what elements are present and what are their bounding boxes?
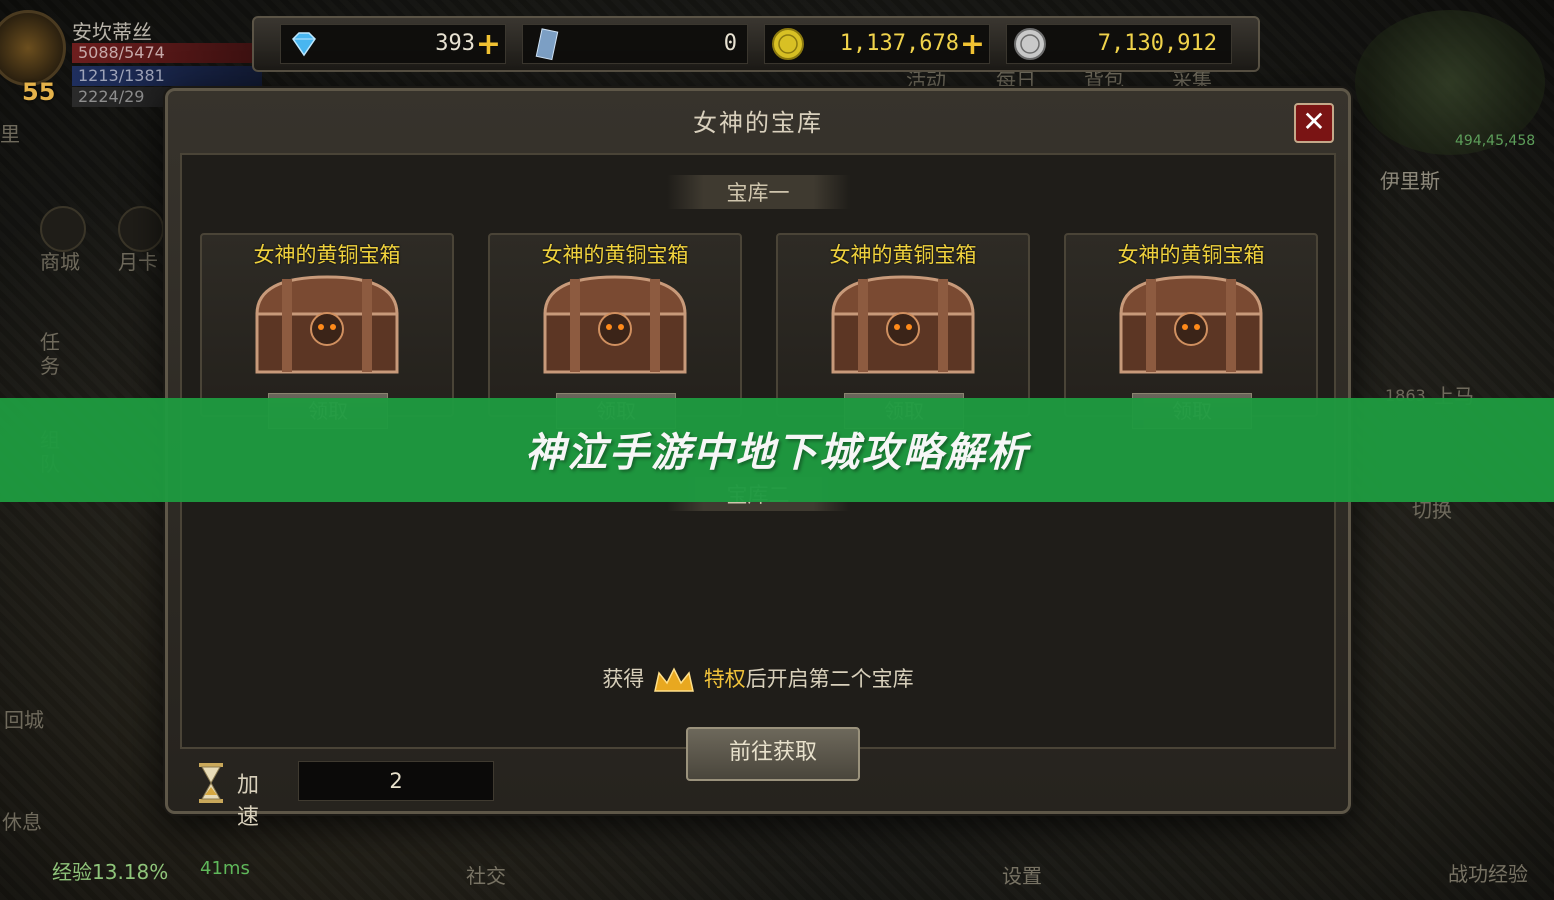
monthly-card-label[interactable]: 月卡 — [118, 246, 158, 275]
section-one-title: 宝库一 — [182, 175, 1334, 209]
quest-tab[interactable]: 任务 — [40, 330, 64, 378]
title-banner: 神泣手游中地下城攻略解析 — [0, 398, 1554, 502]
chest-name: 女神的黄铜宝箱 — [829, 243, 977, 267]
shop-label[interactable]: 商城 — [40, 246, 80, 275]
diamond-plus-button[interactable]: + — [476, 27, 501, 62]
mp-bar: 1213/1381 — [72, 66, 262, 86]
chest-name: 女神的黄铜宝箱 — [541, 243, 689, 267]
treasure-chest-icon — [543, 275, 687, 374]
treasure-chest-icon — [1119, 275, 1263, 374]
chest-card: 女神的黄铜宝箱 领取 — [1064, 233, 1318, 429]
chest-card: 女神的黄铜宝箱 领取 — [488, 233, 742, 429]
crown-icon — [654, 667, 694, 692]
gold-currency: 1,137,678 + — [764, 24, 990, 64]
hourglass-icon — [199, 763, 223, 803]
area-name: 伊里斯 — [1380, 169, 1440, 193]
player-name: 安坎蒂丝 — [72, 20, 152, 44]
diamond-value: 393 — [435, 31, 475, 56]
diamond-currency: 393 + — [280, 24, 506, 64]
speed-label: 加速 — [237, 773, 260, 830]
dialog-title: 女神的宝库 — [693, 109, 823, 137]
silver-currency: 7,130,912 — [1006, 24, 1232, 64]
return-city-button[interactable]: 回城 — [4, 704, 44, 733]
hud-li-label: 里 — [0, 122, 20, 146]
silver-value: 7,130,912 — [1097, 31, 1217, 56]
ticket-currency: 0 — [522, 24, 748, 64]
ticket-icon — [535, 28, 559, 61]
player-avatar[interactable] — [0, 10, 66, 86]
speed-value-field[interactable]: 2 — [298, 761, 494, 801]
hp-bar: 5088/5474 — [72, 43, 262, 63]
unlock-hint: 获得 特权后开启第二个宝库 — [182, 663, 1334, 695]
rest-button[interactable]: 休息 — [2, 806, 42, 835]
section-one-label: 宝库一 — [666, 175, 850, 209]
settings-button[interactable]: 设置 — [1002, 860, 1042, 889]
unlock-prefix: 获得 — [602, 667, 645, 691]
close-button[interactable]: ✕ — [1294, 103, 1334, 143]
chest-name: 女神的黄铜宝箱 — [1117, 243, 1265, 267]
map-coordinates: 494,45,458 — [1455, 133, 1536, 149]
ticket-value: 0 — [723, 31, 737, 56]
gold-value: 1,137,678 — [839, 31, 959, 56]
chest-card: 女神的黄铜宝箱 领取 — [200, 233, 454, 429]
gold-coin-icon — [772, 28, 804, 60]
social-button[interactable]: 社交 — [466, 860, 506, 889]
treasure-chest-icon — [255, 275, 399, 374]
gold-plus-button[interactable]: + — [960, 27, 985, 62]
goto-obtain-button[interactable]: 前往获取 — [686, 727, 860, 781]
exp-percentage: 经验13.18% — [52, 860, 169, 884]
currency-bar: 393 + 0 1,137,678 + 7,130,912 — [252, 16, 1260, 72]
unlock-privilege: 特权 — [703, 667, 746, 691]
unlock-suffix: 后开启第二个宝库 — [745, 667, 914, 691]
treasure-chest-icon — [831, 275, 975, 374]
silver-coin-icon — [1014, 28, 1046, 60]
battle-exp-label: 战功经验 — [1448, 862, 1528, 886]
chest-name: 女神的黄铜宝箱 — [253, 243, 401, 267]
diamond-icon — [292, 32, 316, 57]
ping-indicator: 41ms — [200, 858, 250, 879]
chest-card: 女神的黄铜宝箱 领取 — [776, 233, 1030, 429]
player-level: 55 — [22, 78, 56, 106]
banner-title: 神泣手游中地下城攻略解析 — [525, 430, 1029, 476]
